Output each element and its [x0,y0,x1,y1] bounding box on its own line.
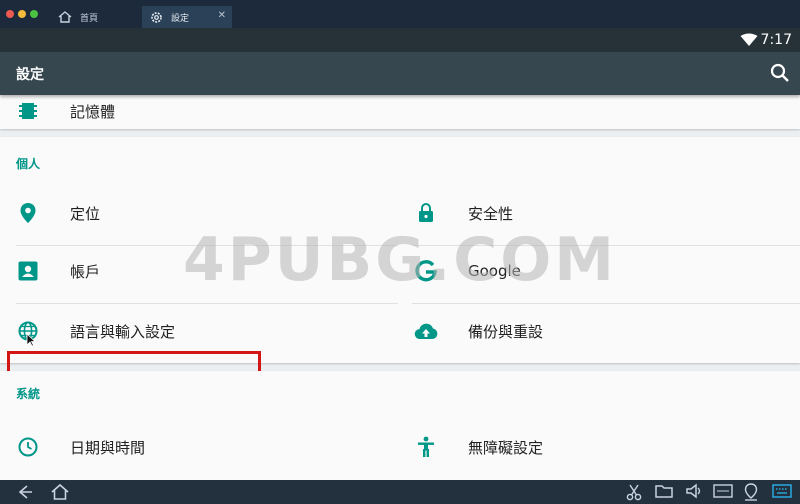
resolution-icon[interactable] [713,483,733,499]
back-icon[interactable] [16,483,34,501]
settings-item-accounts[interactable]: 帳戶 [0,247,400,295]
close-window-button[interactable] [6,10,14,18]
settings-item-google[interactable]: Google [400,247,800,295]
bottom-toolbar [0,480,800,504]
home-icon [58,11,72,23]
system-card: 系統 日期與時間 無障礙設定 [0,371,800,480]
divider [412,245,800,246]
settings-item-date-time[interactable]: 日期與時間 [0,423,400,471]
wifi-icon [740,33,758,46]
clock-icon [16,435,40,459]
status-time: 7:17 [760,32,792,48]
settings-item-security[interactable]: 安全性 [400,189,800,237]
accounts-label: 帳戶 [70,262,101,281]
folder-icon[interactable] [655,483,673,499]
close-tab-icon[interactable]: ✕ [218,10,226,21]
cloud-upload-icon [414,319,438,343]
storage-label: 記憶體 [70,102,116,121]
volume-icon[interactable] [685,483,703,499]
google-icon [414,259,438,283]
tab-home[interactable]: 首頁 [50,6,142,28]
location-pin-icon[interactable] [743,483,759,501]
settings-item-language-input[interactable]: 語言與輸入設定 [0,307,400,355]
tab-settings-label: 設定 [171,13,190,24]
section-header-system: 系統 [16,387,41,401]
divider [412,303,800,304]
section-header-personal: 個人 [16,157,41,171]
mouse-cursor-icon [26,333,36,347]
google-label: Google [468,262,521,280]
home-icon[interactable] [50,483,70,501]
settings-list: 記憶體 個人 定位 安全性 帳戶 Google 語言與輸入設定 備份與重設 系統… [0,95,800,480]
host-tab-bar: 首頁 設定 ✕ [0,0,800,28]
minimize-window-button[interactable] [18,10,26,18]
maximize-window-button[interactable] [30,10,38,18]
divider [16,245,398,246]
keyboard-icon[interactable] [772,483,792,499]
accessibility-label: 無障礙設定 [468,438,544,457]
backup-reset-label: 備份與重設 [468,322,544,341]
tab-home-label: 首頁 [80,13,99,24]
accessibility-icon [414,435,438,459]
search-icon[interactable] [770,63,790,83]
memory-icon [16,99,40,123]
location-icon [16,201,40,225]
status-bar: 7:17 [0,28,800,52]
scissors-icon[interactable] [626,483,642,501]
settings-item-accessibility[interactable]: 無障礙設定 [400,423,800,471]
app-toolbar: 設定 [0,52,800,95]
storage-item[interactable]: 記憶體 [0,95,400,135]
settings-item-backup-reset[interactable]: 備份與重設 [400,307,800,355]
settings-item-location[interactable]: 定位 [0,189,400,237]
security-label: 安全性 [468,204,514,223]
device-card: 記憶體 [0,95,800,129]
language-input-label: 語言與輸入設定 [70,322,176,341]
account-icon [16,259,40,283]
personal-card: 個人 定位 安全性 帳戶 Google 語言與輸入設定 備份與重設 [0,137,800,399]
date-time-label: 日期與時間 [70,438,146,457]
tab-settings[interactable]: 設定 ✕ [142,6,232,28]
divider [16,303,398,304]
page-title: 設定 [16,67,44,83]
lock-icon [414,201,438,225]
location-label: 定位 [70,204,101,223]
gear-icon [151,11,162,23]
